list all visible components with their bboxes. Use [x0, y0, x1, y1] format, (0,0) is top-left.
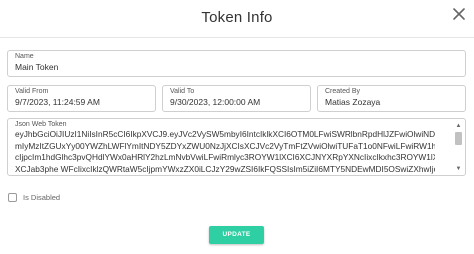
name-input[interactable]: Main Token [15, 62, 58, 72]
dialog-title: Token Info [201, 9, 273, 26]
is-disabled-label: Is Disabled [23, 193, 61, 202]
created-by-input[interactable]: Matias Zozaya [325, 97, 380, 107]
is-disabled-checkbox[interactable] [8, 193, 17, 202]
created-by-label: Created By [325, 88, 361, 95]
close-icon[interactable] [451, 6, 467, 22]
name-field[interactable]: Name Main Token [7, 50, 466, 77]
jwt-field[interactable]: Json Web Token eyJhbGciOiJIUzI1NiIsInR5c… [7, 118, 466, 176]
valid-from-field[interactable]: Valid From 9/7/2023, 11:24:59 AM [7, 85, 156, 112]
scroll-thumb[interactable] [455, 132, 462, 145]
scroll-up-icon[interactable]: ▲ [454, 123, 463, 130]
created-by-field[interactable]: Created By Matias Zozaya [317, 85, 466, 112]
update-button[interactable]: UPDATE [209, 226, 264, 244]
jwt-textarea[interactable]: eyJhbGciOiJIUzI1NiIsInR5cCI6IkpXVCJ9.eyJ… [15, 129, 435, 175]
jwt-label: Json Web Token [15, 121, 67, 128]
token-info-dialog: Token Info Name Main Token Valid From 9/… [0, 0, 474, 254]
dialog-header: Token Info [0, 0, 474, 38]
valid-to-field[interactable]: Valid To 9/30/2023, 12:00:00 AM [162, 85, 311, 112]
jwt-scrollbar[interactable]: ▲ ▼ [454, 123, 463, 173]
scroll-down-icon[interactable]: ▼ [454, 166, 463, 173]
valid-from-input[interactable]: 9/7/2023, 11:24:59 AM [15, 97, 100, 107]
valid-to-label: Valid To [170, 88, 195, 95]
valid-to-input[interactable]: 9/30/2023, 12:00:00 AM [170, 97, 260, 107]
valid-from-label: Valid From [15, 88, 49, 95]
name-label: Name [15, 53, 34, 60]
